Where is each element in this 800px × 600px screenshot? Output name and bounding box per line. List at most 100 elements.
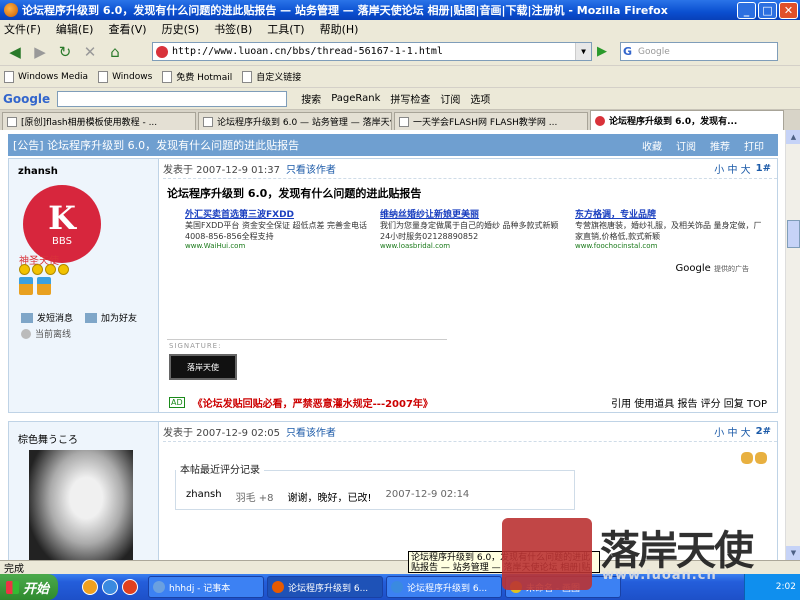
google-search-input[interactable] xyxy=(57,90,288,107)
bookmark-custom-links[interactable]: 自定义链接 xyxy=(242,70,301,83)
tab-flash-learning[interactable]: 一天学会FLASH网 FLASH教学网 ... xyxy=(394,112,588,130)
ad-title[interactable]: 外汇买卖首选第三波FXDD xyxy=(185,207,373,220)
send-message-link[interactable]: 发短消息 xyxy=(37,311,73,324)
bookmark-label: Windows xyxy=(112,71,153,82)
tab-forum-upgrade[interactable]: 论坛程序升级到 6.0，发现有... xyxy=(590,110,784,130)
site-favicon xyxy=(595,115,605,126)
menu-bookmarks[interactable]: 书签(B) xyxy=(214,21,252,37)
media-quicklaunch-icon[interactable] xyxy=(122,579,138,595)
page-icon xyxy=(162,70,173,83)
only-author-link[interactable]: 只看该作者 xyxy=(286,161,336,176)
subscribe-link[interactable]: 订阅 xyxy=(676,138,696,153)
thumb-icon xyxy=(741,452,753,464)
thread-actions: 收藏 订阅 推荐 打印 xyxy=(642,138,778,153)
back-icon[interactable]: ◀ xyxy=(4,41,26,63)
menu-history[interactable]: 历史(S) xyxy=(162,21,200,37)
ad-desc: 美国FXDD平台 资金安全保证 超低点差 完善金电话4008-856-856全程… xyxy=(185,221,368,241)
ie-quicklaunch-icon[interactable] xyxy=(102,579,118,595)
bookmark-hotmail[interactable]: 免费 Hotmail xyxy=(162,70,232,83)
status-text: 当前离线 xyxy=(35,330,72,340)
pagerank-indicator[interactable]: PageRank xyxy=(331,93,380,104)
maximize-button[interactable]: □ xyxy=(758,1,777,19)
recommend-link[interactable]: 推荐 xyxy=(710,138,730,153)
firefox-quicklaunch-icon[interactable] xyxy=(82,579,98,595)
google-search-button[interactable]: 搜索 xyxy=(301,91,321,106)
task-label: hhhdj - 记事本 xyxy=(169,583,231,594)
menu-tools[interactable]: 工具(T) xyxy=(267,21,304,37)
rating-time: 2007-12-9 02:14 xyxy=(385,489,470,500)
scroll-thumb[interactable] xyxy=(787,220,800,248)
go-icon[interactable]: ▶ xyxy=(597,44,615,60)
ad-title[interactable]: 维纳丝婚纱让新娘更美丽 xyxy=(380,207,568,220)
menu-file[interactable]: 文件(F) xyxy=(4,21,41,37)
ad-item[interactable]: 东方格调，专业品牌 专营旗袍唐装，婚纱礼服，及相关饰品 量身定做，厂家直销,价格… xyxy=(575,207,763,250)
ad-item[interactable]: 外汇买卖首选第三波FXDD 美国FXDD平台 资金安全保证 超低点差 完善金电话… xyxy=(185,207,373,250)
stop-icon[interactable]: ✕ xyxy=(79,41,101,63)
url-text: http://www.luoan.cn/bbs/thread-56167-1-1… xyxy=(172,46,443,57)
google-toolbar: Google 搜索 PageRank 拼写检查 订阅 选项 xyxy=(0,88,800,110)
reload-icon[interactable]: ↻ xyxy=(54,41,76,63)
avatar-text: BBS xyxy=(52,235,72,247)
google-logo[interactable]: Google xyxy=(3,92,50,106)
ad-item[interactable]: 维纳丝婚纱让新娘更美丽 我们为您量身定做属于自己的婚纱 品种多款式新颖24小时服… xyxy=(380,207,568,250)
google-ads: 外汇买卖首选第三波FXDD 美国FXDD平台 资金安全保证 超低点差 完善金电话… xyxy=(185,207,781,250)
friend-icon xyxy=(85,312,98,323)
search-placeholder: Google xyxy=(638,46,670,57)
status-text: 完成 xyxy=(4,564,24,575)
tab-site-admin[interactable]: 论坛程序升级到 6.0 — 站务管理 — 落岸天使论坛 ... xyxy=(198,112,392,130)
subscribe-button[interactable]: 订阅 xyxy=(440,91,460,106)
options-button[interactable]: 选项 xyxy=(470,91,490,106)
google-ads-label[interactable]: Google 提供的广告 xyxy=(676,263,749,274)
avatar-photo xyxy=(29,450,133,560)
forward-icon[interactable]: ▶ xyxy=(29,41,51,63)
post-meta: 发表于 2007-12-9 02:05 只看该作者 小 中 大 2# xyxy=(163,422,777,442)
font-size-switch[interactable]: 小 中 大 xyxy=(714,161,750,176)
ad-url[interactable]: www.foochocinstal.com xyxy=(575,242,763,250)
rating-user[interactable]: zhansh xyxy=(186,489,222,504)
print-link[interactable]: 打印 xyxy=(744,138,764,153)
url-field[interactable]: http://www.luoan.cn/bbs/thread-56167-1-1… xyxy=(152,42,592,61)
spellcheck-button[interactable]: 拼写检查 xyxy=(390,91,430,106)
menu-help[interactable]: 帮助(H) xyxy=(320,21,359,37)
site-favicon xyxy=(156,45,168,58)
bookmark-windows-media[interactable]: Windows Media xyxy=(4,70,88,83)
ad-url[interactable]: www.loasbridal.com xyxy=(380,242,568,250)
tab-flash-tutorial[interactable]: [原创]flash相册模板使用教程 - ... xyxy=(2,112,196,130)
ad-title[interactable]: 东方格调，专业品牌 xyxy=(575,207,763,220)
title-bar: 论坛程序升级到 6.0，发现有什么问题的进此贴报告 — 站务管理 — 落岸天使论… xyxy=(0,0,800,20)
author-name[interactable]: 棕色舞うころ xyxy=(18,431,78,446)
author-name[interactable]: zhansh xyxy=(18,166,58,177)
ad-tag: AD xyxy=(169,397,185,408)
menu-view[interactable]: 查看(V) xyxy=(108,21,146,37)
window-title: 论坛程序升级到 6.0，发现有什么问题的进此贴报告 — 站务管理 — 落岸天使论… xyxy=(22,4,668,17)
bookmark-windows[interactable]: Windows xyxy=(98,70,153,83)
search-box[interactable]: G Google xyxy=(620,42,778,61)
scroll-up-icon[interactable]: ▲ xyxy=(786,130,800,144)
vertical-scrollbar[interactable]: ▲ ▼ xyxy=(785,130,800,560)
add-friend-link[interactable]: 加为好友 xyxy=(101,311,137,324)
windows-logo-icon xyxy=(6,580,19,594)
font-size-switch[interactable]: 小 中 大 xyxy=(714,424,750,439)
post-actions[interactable]: 引用 使用道具 报告 评分 回复 TOP xyxy=(611,395,767,410)
navigation-toolbar: ◀ ▶ ↻ ✕ ⌂ http://www.luoan.cn/bbs/thread… xyxy=(0,38,800,66)
page-icon xyxy=(203,116,213,127)
thread-title: [公告] 论坛程序升级到 6.0，发现有什么问题的进此贴报告 xyxy=(13,139,300,152)
ad-url[interactable]: www.WaiHui.com xyxy=(185,242,373,250)
rank-stars xyxy=(19,264,71,275)
url-dropdown-icon[interactable]: ▼ xyxy=(575,43,591,60)
favorite-link[interactable]: 收藏 xyxy=(642,138,662,153)
close-button[interactable]: ✕ xyxy=(779,1,798,19)
start-button[interactable]: 开始 xyxy=(0,574,58,600)
menu-edit[interactable]: 编辑(E) xyxy=(56,21,94,37)
task-ie[interactable]: 论坛程序升级到 6... xyxy=(386,576,502,598)
minimize-button[interactable]: _ xyxy=(737,1,756,19)
only-author-link[interactable]: 只看该作者 xyxy=(286,424,336,439)
tab-bar: [原创]flash相册模板使用教程 - ... 论坛程序升级到 6.0 — 站务… xyxy=(0,110,800,130)
search-engine-icon[interactable]: G xyxy=(623,45,632,58)
notice-link[interactable]: 《论坛发贴回贴必看，严禁恶意灌水规定---2007年》 xyxy=(193,395,433,410)
google-ads-sub: 提供的广告 xyxy=(714,265,749,273)
message-icon xyxy=(21,312,33,323)
task-firefox-1[interactable]: 论坛程序升级到 6... xyxy=(267,576,383,598)
task-notepad[interactable]: hhhdj - 记事本 xyxy=(148,576,264,598)
home-icon[interactable]: ⌂ xyxy=(104,41,126,63)
